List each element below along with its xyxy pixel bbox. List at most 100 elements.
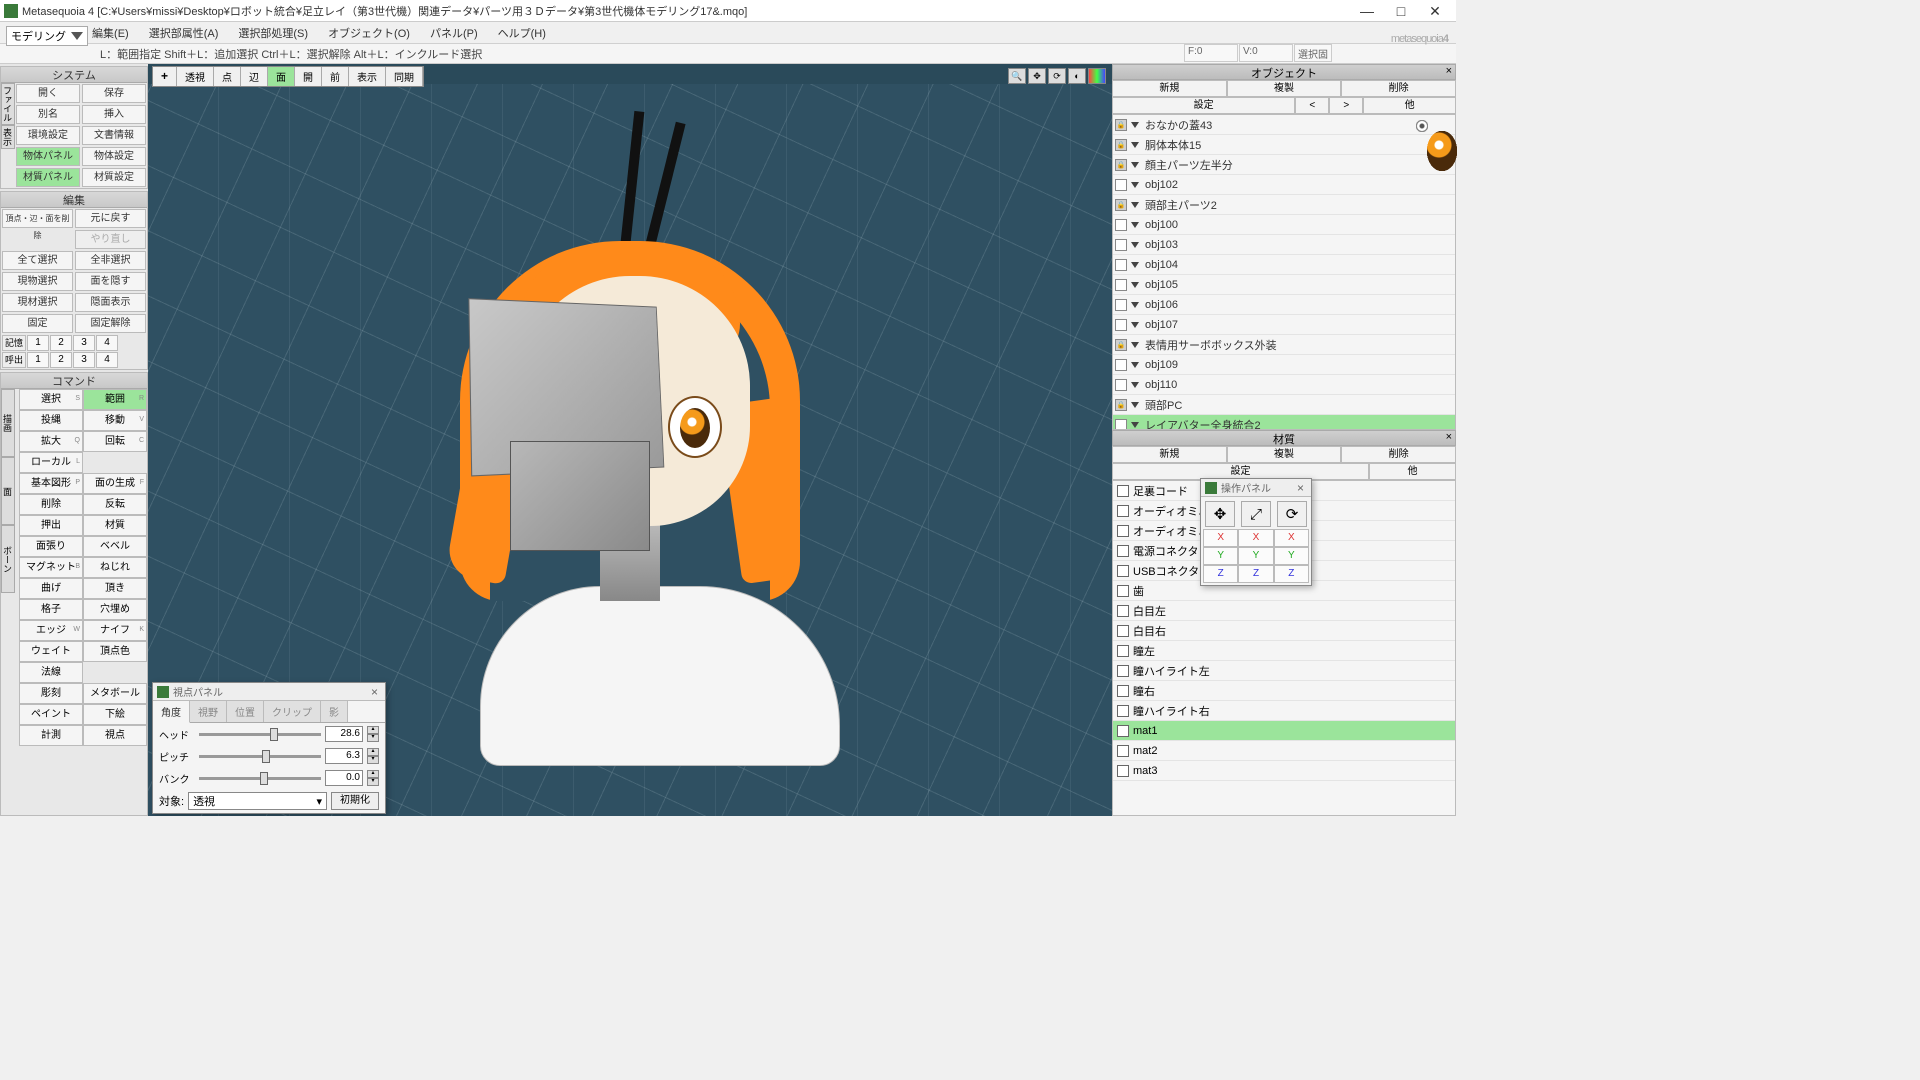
command-button[interactable]: 回転C — [83, 431, 147, 452]
edit-button[interactable]: 全て選択 — [2, 251, 73, 270]
store-2[interactable]: 2 — [50, 335, 72, 351]
operate-panel-header[interactable]: 操作パネル × — [1201, 479, 1311, 497]
object-row[interactable]: obj107 — [1113, 315, 1455, 335]
axis-button-x[interactable]: X — [1274, 529, 1309, 547]
checkbox-icon[interactable] — [1115, 319, 1127, 331]
material-panel-close[interactable]: × — [1446, 431, 1452, 443]
system-button[interactable]: 文書情報 — [82, 126, 146, 145]
object-row[interactable]: 🔒おなかの蓋43 — [1113, 115, 1455, 135]
command-button[interactable]: 面の生成F — [83, 473, 147, 494]
axis-button-z[interactable]: Z — [1274, 565, 1309, 583]
target-select[interactable]: 透視▾ — [188, 792, 327, 810]
view-tab[interactable]: 前 — [322, 67, 349, 86]
command-button[interactable]: 基本図形P — [19, 473, 83, 494]
checkbox-icon[interactable] — [1115, 419, 1127, 431]
command-button[interactable]: 範囲R — [83, 389, 147, 410]
expand-icon[interactable] — [1131, 382, 1139, 388]
edit-button[interactable]: 全非選択 — [75, 251, 146, 270]
lock-icon[interactable]: 🔒 — [1115, 199, 1127, 211]
material-swatch[interactable] — [1117, 765, 1129, 777]
expand-icon[interactable] — [1131, 222, 1139, 228]
maximize-button[interactable]: □ — [1384, 1, 1418, 21]
checkbox-icon[interactable] — [1115, 379, 1127, 391]
material-swatch[interactable] — [1117, 705, 1129, 717]
axis-button-z[interactable]: Z — [1203, 565, 1238, 583]
edit-button[interactable]: 面を隠す — [75, 272, 146, 291]
operate-panel[interactable]: 操作パネル × ✥ ⤢ ⟳ XXXYYYZZZ — [1200, 478, 1312, 586]
expand-icon[interactable] — [1131, 422, 1139, 428]
expand-icon[interactable] — [1131, 322, 1139, 328]
system-tab[interactable]: ファイル — [1, 83, 15, 125]
edit-button[interactable]: 隠面表示 — [75, 293, 146, 312]
command-button[interactable]: 拡大Q — [19, 431, 83, 452]
material-swatch[interactable] — [1117, 545, 1129, 557]
color-icon[interactable] — [1088, 68, 1106, 84]
expand-icon[interactable] — [1131, 202, 1139, 208]
material-swatch[interactable] — [1117, 685, 1129, 697]
material-row[interactable]: 瞳ハイライト左 — [1113, 661, 1455, 681]
view-tab[interactable]: 表示 — [349, 67, 386, 86]
recall-label[interactable]: 呼出 — [2, 352, 26, 368]
menu-item[interactable]: 選択部処理(S) — [232, 23, 314, 43]
command-button[interactable]: ローカルL — [19, 452, 83, 473]
command-button[interactable]: エッジW — [19, 620, 83, 641]
edit-button[interactable]: 固定解除 — [75, 314, 146, 333]
menu-item[interactable]: オブジェクト(O) — [322, 23, 416, 43]
object-row[interactable]: 🔒頭部主パーツ2 — [1113, 195, 1455, 215]
add-view-tab[interactable]: + — [153, 67, 177, 86]
material-swatch[interactable] — [1117, 645, 1129, 657]
recall-1[interactable]: 1 — [27, 352, 49, 368]
lock-icon[interactable]: 🔒 — [1115, 159, 1127, 171]
command-button[interactable]: ねじれ — [83, 557, 147, 578]
command-button[interactable]: 削除 — [19, 494, 83, 515]
command-button[interactable]: 法線 — [19, 662, 83, 683]
object-row[interactable]: 🔒表情用サーボボックス外装 — [1113, 335, 1455, 355]
view-tab[interactable]: 点 — [214, 67, 241, 86]
slider-value[interactable]: 0.0 — [325, 770, 363, 786]
command-button[interactable]: 反転 — [83, 494, 147, 515]
material-swatch[interactable] — [1117, 725, 1129, 737]
command-button[interactable]: 選択S — [19, 389, 83, 410]
object-row[interactable]: obj106 — [1113, 295, 1455, 315]
system-button[interactable]: 開く — [16, 84, 80, 103]
menu-item[interactable]: パネル(P) — [424, 23, 484, 43]
obj-settings-button[interactable]: 設定 — [1112, 97, 1295, 114]
store-1[interactable]: 1 — [27, 335, 49, 351]
checkbox-icon[interactable] — [1115, 239, 1127, 251]
command-button[interactable]: 視点 — [83, 725, 147, 746]
object-row[interactable]: obj100 — [1113, 215, 1455, 235]
expand-icon[interactable] — [1131, 182, 1139, 188]
command-button[interactable]: マグネットB — [19, 557, 83, 578]
slider-value[interactable]: 28.6 — [325, 726, 363, 742]
object-row[interactable]: obj103 — [1113, 235, 1455, 255]
material-row[interactable]: 瞳右 — [1113, 681, 1455, 701]
command-button[interactable]: ペイント — [19, 704, 83, 725]
system-button[interactable]: 別名 — [16, 105, 80, 124]
lock-icon[interactable]: 🔒 — [1115, 339, 1127, 351]
system-button[interactable]: 物体パネル — [16, 147, 80, 166]
obj-new-button[interactable]: 新規 — [1112, 80, 1227, 97]
material-row[interactable]: mat2 — [1113, 741, 1455, 761]
obj-del-button[interactable]: 削除 — [1341, 80, 1456, 97]
lock-icon[interactable]: 🔒 — [1115, 119, 1127, 131]
material-swatch[interactable] — [1117, 525, 1129, 537]
command-button[interactable]: 格子 — [19, 599, 83, 620]
viewpanel-tab[interactable]: 視野 — [190, 701, 227, 722]
checkbox-icon[interactable] — [1115, 279, 1127, 291]
axis-button-y[interactable]: Y — [1274, 547, 1309, 565]
expand-icon[interactable] — [1131, 402, 1139, 408]
axis-button-y[interactable]: Y — [1203, 547, 1238, 565]
lock-icon[interactable]: 🔒 — [1115, 399, 1127, 411]
command-button[interactable]: 投縄 — [19, 410, 83, 431]
status-fix[interactable]: 選択固定 — [1294, 44, 1332, 62]
system-button[interactable]: 材質設定 — [82, 168, 146, 187]
object-row[interactable]: 🔒胴体本体15 — [1113, 135, 1455, 155]
expand-icon[interactable] — [1131, 342, 1139, 348]
obj-other-button[interactable]: 他 — [1363, 97, 1456, 114]
object-row[interactable]: obj104 — [1113, 255, 1455, 275]
material-row[interactable]: 白目左 — [1113, 601, 1455, 621]
command-button[interactable]: 曲げ — [19, 578, 83, 599]
recall-2[interactable]: 2 — [50, 352, 72, 368]
axis-button-x[interactable]: X — [1203, 529, 1238, 547]
spinner[interactable]: ▴▾ — [367, 748, 379, 764]
